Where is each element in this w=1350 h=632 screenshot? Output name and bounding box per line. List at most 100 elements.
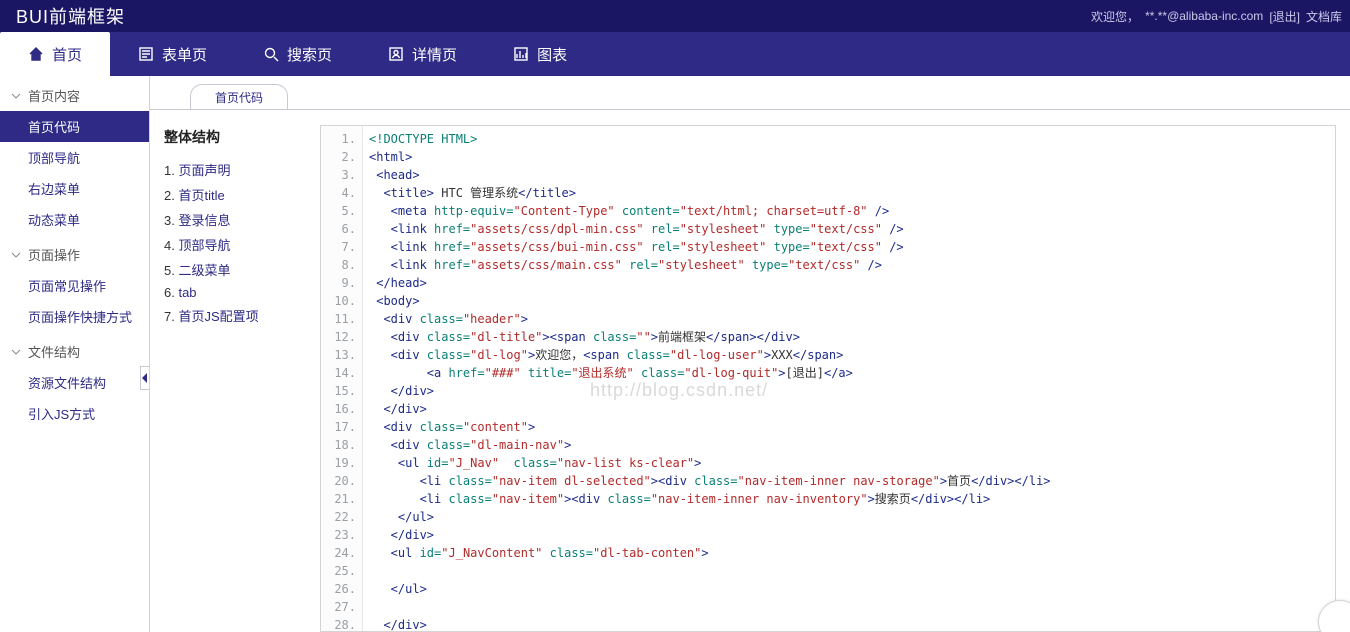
gutter-line-number: 28. (321, 616, 356, 632)
code-line[interactable]: <li class="nav-item"><div class="nav-ite… (369, 490, 1329, 508)
gutter-line-number: 1. (321, 130, 356, 148)
code-line[interactable]: </head> (369, 274, 1329, 292)
sidebar-item[interactable]: 右边菜单 (0, 173, 149, 204)
code-line[interactable]: <body> (369, 292, 1329, 310)
chevron-down-icon (10, 346, 22, 358)
outline-item-number: 4. (164, 238, 178, 253)
sidebar-item[interactable]: 顶部导航 (0, 142, 149, 173)
gutter-line-number: 12. (321, 328, 356, 346)
gutter-line-number: 21. (321, 490, 356, 508)
sidebar-item[interactable]: 首页代码 (0, 111, 149, 142)
outline-item[interactable]: 1. 页面声明 (164, 157, 306, 182)
outline-item[interactable]: 6. tab (164, 282, 306, 303)
outline-item-number: 1. (164, 163, 178, 178)
outline-item[interactable]: 2. 首页title (164, 182, 306, 207)
header-user-area: 欢迎您， **.**@alibaba-inc.com [退出] 文档库 (1091, 8, 1342, 25)
code-line[interactable]: </ul> (369, 508, 1329, 526)
code-line[interactable]: </ul> (369, 580, 1329, 598)
docs-link[interactable]: 文档库 (1306, 8, 1342, 25)
code-line[interactable]: <link href="assets/css/main.css" rel="st… (369, 256, 1329, 274)
code-line[interactable]: </div> (369, 400, 1329, 418)
gutter-line-number: 17. (321, 418, 356, 436)
logout-link[interactable]: [退出] (1269, 8, 1300, 25)
nav-tab-label: 图表 (537, 44, 567, 65)
code-line[interactable]: <ul id="J_Nav" class="nav-list ks-clear"… (369, 454, 1329, 472)
outline-item-label: 首页JS配置项 (178, 309, 258, 324)
gutter-line-number: 27. (321, 598, 356, 616)
workspace: 首页内容首页代码顶部导航右边菜单动态菜单页面操作页面常见操作页面操作快捷方式文件… (0, 76, 1350, 632)
gutter-line-number: 3. (321, 166, 356, 184)
code-line[interactable]: <head> (369, 166, 1329, 184)
sidebar-item[interactable]: 页面常见操作 (0, 270, 149, 301)
gutter-line-number: 15. (321, 382, 356, 400)
sidebar-item[interactable]: 引入JS方式 (0, 398, 149, 429)
outline-heading: 整体结构 (164, 127, 306, 147)
code-line[interactable]: <title> HTC 管理系统</title> (369, 184, 1329, 202)
form-icon (138, 46, 154, 62)
outline-item[interactable]: 3. 登录信息 (164, 207, 306, 232)
code-line[interactable]: <div class="header"> (369, 310, 1329, 328)
code-line[interactable]: <html> (369, 148, 1329, 166)
gutter-line-number: 18. (321, 436, 356, 454)
profile-icon (388, 46, 404, 62)
outline-item[interactable]: 7. 首页JS配置项 (164, 303, 306, 328)
nav-tab-search[interactable]: 搜索页 (235, 32, 360, 76)
sidebar-item[interactable]: 资源文件结构 (0, 367, 149, 398)
home-icon (28, 46, 44, 62)
code-line[interactable]: <ul id="J_NavContent" class="dl-tab-cont… (369, 544, 1329, 562)
code-line[interactable]: <a href="###" title="退出系统" class="dl-log… (369, 364, 1329, 382)
gutter-line-number: 14. (321, 364, 356, 382)
chart-icon (513, 46, 529, 62)
sidebar-group-header[interactable]: 页面操作 (0, 235, 149, 270)
sidebar-item[interactable]: 动态菜单 (0, 204, 149, 235)
chevron-down-icon (10, 90, 22, 102)
nav-tab-form[interactable]: 表单页 (110, 32, 235, 76)
chevron-down-icon (10, 249, 22, 261)
code-line[interactable]: <meta http-equiv="Content-Type" content=… (369, 202, 1329, 220)
nav-tab-profile[interactable]: 详情页 (360, 32, 485, 76)
outline-item-number: 2. (164, 188, 178, 203)
outline-item-number: 3. (164, 213, 178, 228)
outline-item[interactable]: 4. 顶部导航 (164, 232, 306, 257)
content-pane: 首页代码 整体结构 1. 页面声明2. 首页title3. 登录信息4. 顶部导… (150, 76, 1350, 632)
outline-item-label: 首页title (178, 188, 224, 203)
sidebar-collapse-button[interactable] (140, 366, 150, 390)
code-line[interactable]: <div class="dl-title"><span class="">前端框… (369, 328, 1329, 346)
code-line[interactable]: </div> (369, 616, 1329, 631)
gutter-line-number: 11. (321, 310, 356, 328)
code-line[interactable]: <!DOCTYPE HTML> (369, 130, 1329, 148)
code-line[interactable]: <div class="dl-main-nav"> (369, 436, 1329, 454)
code-line[interactable] (369, 598, 1329, 616)
outline-item-number: 7. (164, 309, 178, 324)
nav-tab-home[interactable]: 首页 (0, 32, 110, 76)
code-editor[interactable]: 1.2.3.4.5.6.7.8.9.10.11.12.13.14.15.16.1… (320, 125, 1336, 632)
code-line[interactable]: <div class="dl-log">欢迎您，<span class="dl-… (369, 346, 1329, 364)
gutter-line-number: 13. (321, 346, 356, 364)
welcome-text: 欢迎您， (1091, 8, 1139, 25)
code-line[interactable]: </div> (369, 526, 1329, 544)
gutter-line-number: 19. (321, 454, 356, 472)
code-line[interactable]: <li class="nav-item dl-selected"><div cl… (369, 472, 1329, 490)
code-line[interactable]: <div class="content"> (369, 418, 1329, 436)
code-line[interactable]: <link href="assets/css/bui-min.css" rel=… (369, 238, 1329, 256)
code-line[interactable]: <link href="assets/css/dpl-min.css" rel=… (369, 220, 1329, 238)
outline-item-label: 顶部导航 (178, 238, 230, 253)
sidebar-group-header[interactable]: 文件结构 (0, 332, 149, 367)
code-line[interactable]: </div> (369, 382, 1329, 400)
app-title: BUI前端框架 (8, 3, 125, 29)
nav-tab-chart[interactable]: 图表 (485, 32, 595, 76)
outline-item-label: 页面声明 (178, 163, 230, 178)
gutter-line-number: 10. (321, 292, 356, 310)
content-body: 整体结构 1. 页面声明2. 首页title3. 登录信息4. 顶部导航5. 二… (150, 110, 1350, 632)
outline-item[interactable]: 5. 二级菜单 (164, 257, 306, 282)
nav-tab-label: 表单页 (162, 44, 207, 65)
user-email: **.**@alibaba-inc.com (1145, 9, 1263, 23)
outline-panel: 整体结构 1. 页面声明2. 首页title3. 登录信息4. 顶部导航5. 二… (150, 111, 320, 632)
code-lines[interactable]: <!DOCTYPE HTML><html> <head> <title> HTC… (363, 126, 1335, 631)
code-line[interactable] (369, 562, 1329, 580)
gutter-line-number: 7. (321, 238, 356, 256)
sidebar-item[interactable]: 页面操作快捷方式 (0, 301, 149, 332)
nav-tab-label: 搜索页 (287, 44, 332, 65)
sidebar-group-header[interactable]: 首页内容 (0, 76, 149, 111)
content-tab-active[interactable]: 首页代码 (190, 84, 288, 110)
